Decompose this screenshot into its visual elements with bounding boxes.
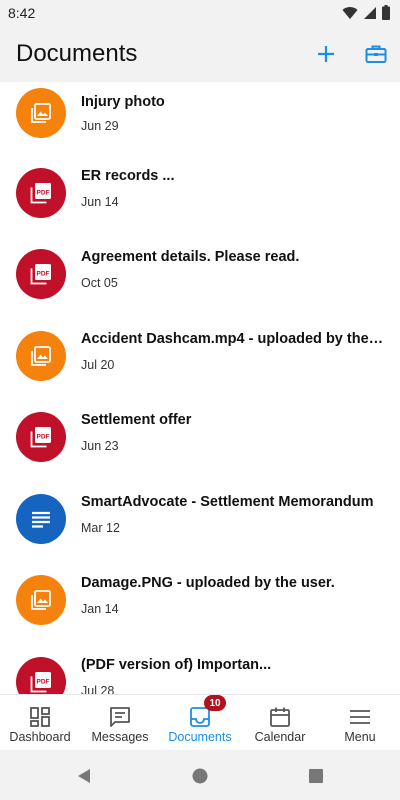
document-item[interactable]: Injury photo Jun 29 [0, 88, 400, 170]
document-title: ER records ... [81, 168, 175, 184]
document-item[interactable]: PDF Settlement offer Jun 23 [0, 412, 400, 494]
nav-label: Calendar [254, 730, 306, 744]
document-title: Damage.PNG - uploaded by the user. [81, 575, 335, 591]
nav-dashboard[interactable]: Dashboard [0, 695, 80, 751]
document-date: Jul 20 [81, 358, 115, 372]
nav-calendar[interactable]: Calendar [240, 695, 320, 751]
dashboard-icon [30, 707, 50, 727]
nav-label: Documents [168, 730, 232, 744]
svg-text:PDF: PDF [37, 679, 50, 686]
document-title: (PDF version of) Importan... [81, 657, 272, 673]
document-date: Oct 05 [81, 276, 118, 290]
svg-text:PDF: PDF [37, 271, 50, 278]
bottom-navigation: Dashboard Messages 10 Documents Calendar… [0, 694, 400, 751]
svg-text:PDF: PDF [37, 190, 50, 197]
document-item[interactable]: Damage.PNG - uploaded by the user. Jan 1… [0, 575, 400, 657]
document-item[interactable]: PDF Agreement details. Please read. Oct … [0, 249, 400, 331]
document-date: Mar 12 [81, 521, 120, 535]
image-file-icon [16, 575, 66, 625]
document-title: Settlement offer [81, 412, 192, 428]
document-title: SmartAdvocate - Settlement Memorandum [81, 494, 374, 510]
document-title: Agreement details. Please read. [81, 249, 300, 265]
signal-icon [364, 6, 376, 19]
document-item[interactable]: SmartAdvocate - Settlement Memorandum Ma… [0, 494, 400, 576]
page-title: Documents [16, 40, 138, 67]
image-file-icon [16, 331, 66, 381]
app-bar: Documents [0, 26, 400, 82]
nav-label: Messages [91, 730, 149, 744]
document-title: Injury photo [81, 94, 165, 110]
pdf-file-icon: PDF [16, 657, 66, 694]
nav-label: Dashboard [9, 730, 71, 744]
notification-badge: 10 [204, 695, 226, 711]
messages-icon [110, 707, 130, 727]
nav-menu[interactable]: Menu [320, 695, 400, 751]
battery-icon [382, 5, 390, 20]
document-title: Accident Dashcam.mp4 - uploaded by the u… [81, 331, 386, 347]
document-date: Jun 14 [81, 195, 119, 209]
image-file-icon [16, 88, 66, 138]
case-button[interactable] [362, 40, 390, 68]
add-document-button[interactable] [312, 40, 340, 68]
document-item[interactable]: Accident Dashcam.mp4 - uploaded by the u… [0, 331, 400, 413]
document-date: Jun 29 [81, 119, 119, 133]
nav-documents[interactable]: 10 Documents [160, 695, 240, 751]
back-icon[interactable] [75, 767, 93, 785]
document-date: Jan 14 [81, 602, 119, 616]
calendar-icon [270, 707, 290, 727]
nav-messages[interactable]: Messages [80, 695, 160, 751]
documents-list[interactable]: Injury photo Jun 29 PDF ER records ... J… [0, 82, 400, 694]
briefcase-icon [365, 45, 387, 63]
document-item[interactable]: PDF ER records ... Jun 14 [0, 168, 400, 250]
menu-icon [350, 710, 370, 724]
pdf-file-icon: PDF [16, 168, 66, 218]
document-date: Jul 28 [81, 684, 115, 694]
pdf-file-icon: PDF [16, 249, 66, 299]
plus-icon [318, 46, 334, 62]
nav-label: Menu [344, 730, 376, 744]
status-time: 8:42 [8, 5, 36, 21]
document-item[interactable]: PDF (PDF version of) Importan... Jul 28 [0, 657, 400, 694]
system-navigation-bar [0, 750, 400, 800]
pdf-file-icon: PDF [16, 412, 66, 462]
text-document-icon [16, 494, 66, 544]
recents-icon[interactable] [307, 767, 325, 785]
status-icons [342, 5, 390, 20]
status-bar: 8:42 [0, 0, 400, 26]
svg-text:PDF: PDF [37, 434, 50, 441]
document-date: Jun 23 [81, 439, 119, 453]
home-icon[interactable] [191, 767, 209, 785]
wifi-icon [342, 6, 358, 19]
